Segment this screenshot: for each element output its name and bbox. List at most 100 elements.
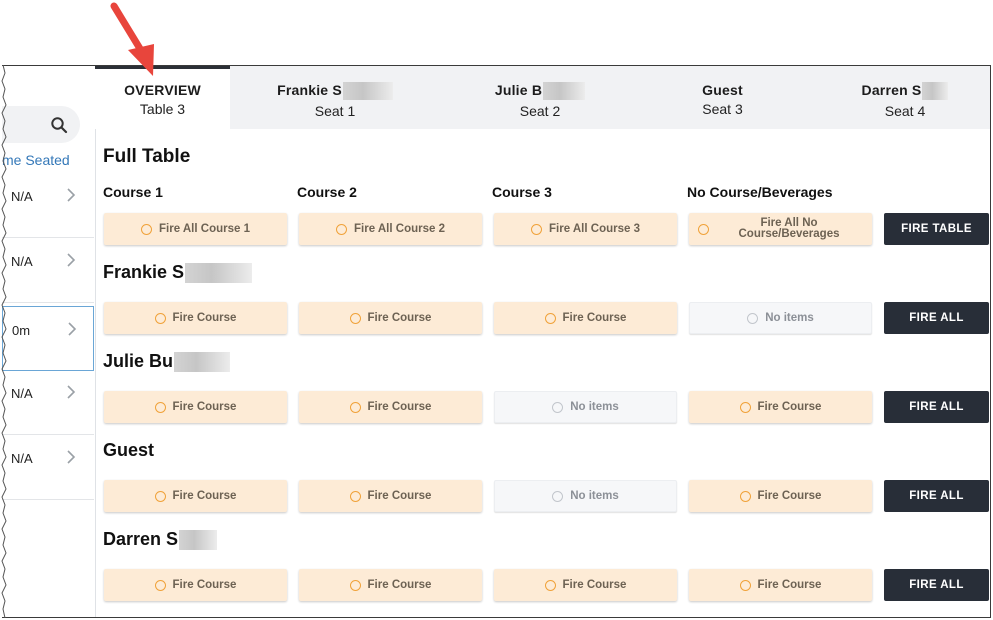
status-circle-icon xyxy=(349,490,361,502)
fire-all-button[interactable]: FIRE ALL xyxy=(884,302,989,334)
fire-course-button[interactable]: Fire Course xyxy=(299,391,482,423)
button-label: Fire Course xyxy=(367,400,432,413)
chevron-right-icon xyxy=(67,385,76,399)
tab-subtitle: Seat 2 xyxy=(519,103,561,120)
fire-course-button[interactable]: Fire Course xyxy=(494,569,677,601)
row-value: N/A xyxy=(11,254,33,269)
button-label: Fire Course xyxy=(367,489,432,502)
row-value: N/A xyxy=(11,189,33,204)
fire-all-course-3-button[interactable]: Fire All Course 3 xyxy=(494,213,677,245)
status-circle-icon xyxy=(141,223,153,235)
seat-name: Frankie S xyxy=(103,262,185,282)
fire-course-button[interactable]: Fire Course xyxy=(104,480,287,512)
button-label: Fire Course xyxy=(367,578,432,591)
tab-seat-3[interactable]: Guest Seat 3 xyxy=(650,66,795,129)
button-label: Fire All Course 1 xyxy=(159,222,250,235)
fire-course-button[interactable]: Fire Course xyxy=(299,302,482,334)
guest-list-row[interactable]: N/A xyxy=(2,435,94,500)
status-circle-icon xyxy=(544,579,556,591)
status-circle-icon xyxy=(544,312,556,324)
status-circle-icon xyxy=(154,312,166,324)
status-circle-icon xyxy=(349,579,361,591)
row-value: N/A xyxy=(11,386,33,401)
course-2-header: Course 2 xyxy=(297,184,357,200)
guest-list-row[interactable]: N/A xyxy=(2,370,94,435)
status-circle-icon xyxy=(154,401,166,413)
fire-table-button[interactable]: FIRE TABLE xyxy=(884,213,989,245)
torn-edge-decoration xyxy=(1,65,7,618)
fire-course-button[interactable]: Fire Course xyxy=(689,569,872,601)
seat-section-title: Guest xyxy=(103,440,154,461)
button-label: Fire Course xyxy=(757,400,822,413)
tab-seat-1[interactable]: Frankie S Seat 1 xyxy=(255,66,415,129)
seat-name: Julie Bu xyxy=(103,351,174,371)
guest-list-row[interactable]: N/A xyxy=(2,173,94,238)
tab-seat-4[interactable]: Darren S Seat 4 xyxy=(830,66,980,129)
button-label: No items xyxy=(570,489,619,502)
status-circle-icon xyxy=(739,490,751,502)
fire-course-button[interactable]: Fire Course xyxy=(104,302,287,334)
tab-subtitle: Seat 3 xyxy=(702,101,743,117)
annotation-arrow-icon xyxy=(110,2,154,76)
seat-name: Guest xyxy=(103,440,155,460)
no-items-button: No items xyxy=(689,302,872,334)
status-circle-icon xyxy=(154,490,166,502)
fire-course-button[interactable]: Fire Course xyxy=(299,569,482,601)
status-circle-icon xyxy=(739,579,751,591)
no-course-beverages-header: No Course/Beverages xyxy=(687,184,833,200)
search-field[interactable] xyxy=(2,106,80,143)
app-window: me Seated N/A N/A 0m N/A N/A OVERVIEW Ta… xyxy=(2,65,991,618)
empty-circle-icon xyxy=(552,490,564,502)
chevron-right-icon xyxy=(67,450,76,464)
empty-circle-icon xyxy=(552,401,564,413)
fire-all-course-1-button[interactable]: Fire All Course 1 xyxy=(104,213,287,245)
redacted-name-blur xyxy=(922,82,949,101)
guest-list-row-selected[interactable]: 0m xyxy=(2,306,94,371)
fire-all-button[interactable]: FIRE ALL xyxy=(884,480,989,512)
fire-course-button[interactable]: Fire Course xyxy=(494,302,677,334)
redacted-name-blur xyxy=(342,82,393,101)
button-label: No items xyxy=(570,400,619,413)
time-seated-header[interactable]: me Seated xyxy=(2,152,70,168)
tab-title: Darren S xyxy=(861,82,922,98)
status-circle-icon xyxy=(349,401,361,413)
no-items-button: No items xyxy=(494,480,677,512)
redacted-name-blur xyxy=(179,530,218,551)
fire-all-button[interactable]: FIRE ALL xyxy=(884,569,989,601)
button-label: Fire All Course 2 xyxy=(354,222,445,235)
status-circle-icon xyxy=(349,312,361,324)
tab-seat-2[interactable]: Julie B Seat 2 xyxy=(460,66,620,129)
full-table-title: Full Table xyxy=(103,146,191,167)
button-label: Fire Course xyxy=(367,311,432,324)
fire-course-button[interactable]: Fire Course xyxy=(689,391,872,423)
course-1-header: Course 1 xyxy=(103,184,163,200)
fire-all-button[interactable]: FIRE ALL xyxy=(884,391,989,423)
status-circle-icon xyxy=(739,401,751,413)
guest-list-panel: me Seated N/A N/A 0m N/A N/A xyxy=(2,66,96,617)
fire-course-button[interactable]: Fire Course xyxy=(104,391,287,423)
row-value: 0m xyxy=(12,323,31,338)
redacted-name-blur xyxy=(185,263,253,284)
seat-section-title: Julie Bu xyxy=(103,351,231,373)
button-label: Fire All No Course/Beverages xyxy=(738,217,840,240)
tab-subtitle: Seat 1 xyxy=(314,103,356,120)
row-value: N/A xyxy=(11,451,33,466)
fire-all-course-2-button[interactable]: Fire All Course 2 xyxy=(299,213,482,245)
no-items-button: No items xyxy=(494,391,677,423)
seat-section-title: Darren S xyxy=(103,529,218,551)
fire-all-no-course-button[interactable]: Fire All No Course/Beverages xyxy=(689,213,872,245)
button-label: Fire Course xyxy=(757,489,822,502)
status-circle-icon xyxy=(336,223,348,235)
tab-subtitle: Seat 4 xyxy=(884,103,926,120)
fire-course-button[interactable]: Fire Course xyxy=(104,569,287,601)
chevron-right-icon xyxy=(68,322,77,336)
tab-title: Frankie S xyxy=(277,82,342,98)
guest-list-row[interactable]: N/A xyxy=(2,238,94,303)
tab-title: Guest xyxy=(702,82,743,98)
button-label: Fire Course xyxy=(172,311,237,324)
search-icon[interactable] xyxy=(50,116,68,134)
fire-course-button[interactable]: Fire Course xyxy=(299,480,482,512)
redacted-name-blur xyxy=(174,352,231,373)
button-label: Fire All Course 3 xyxy=(549,222,640,235)
fire-course-button[interactable]: Fire Course xyxy=(689,480,872,512)
